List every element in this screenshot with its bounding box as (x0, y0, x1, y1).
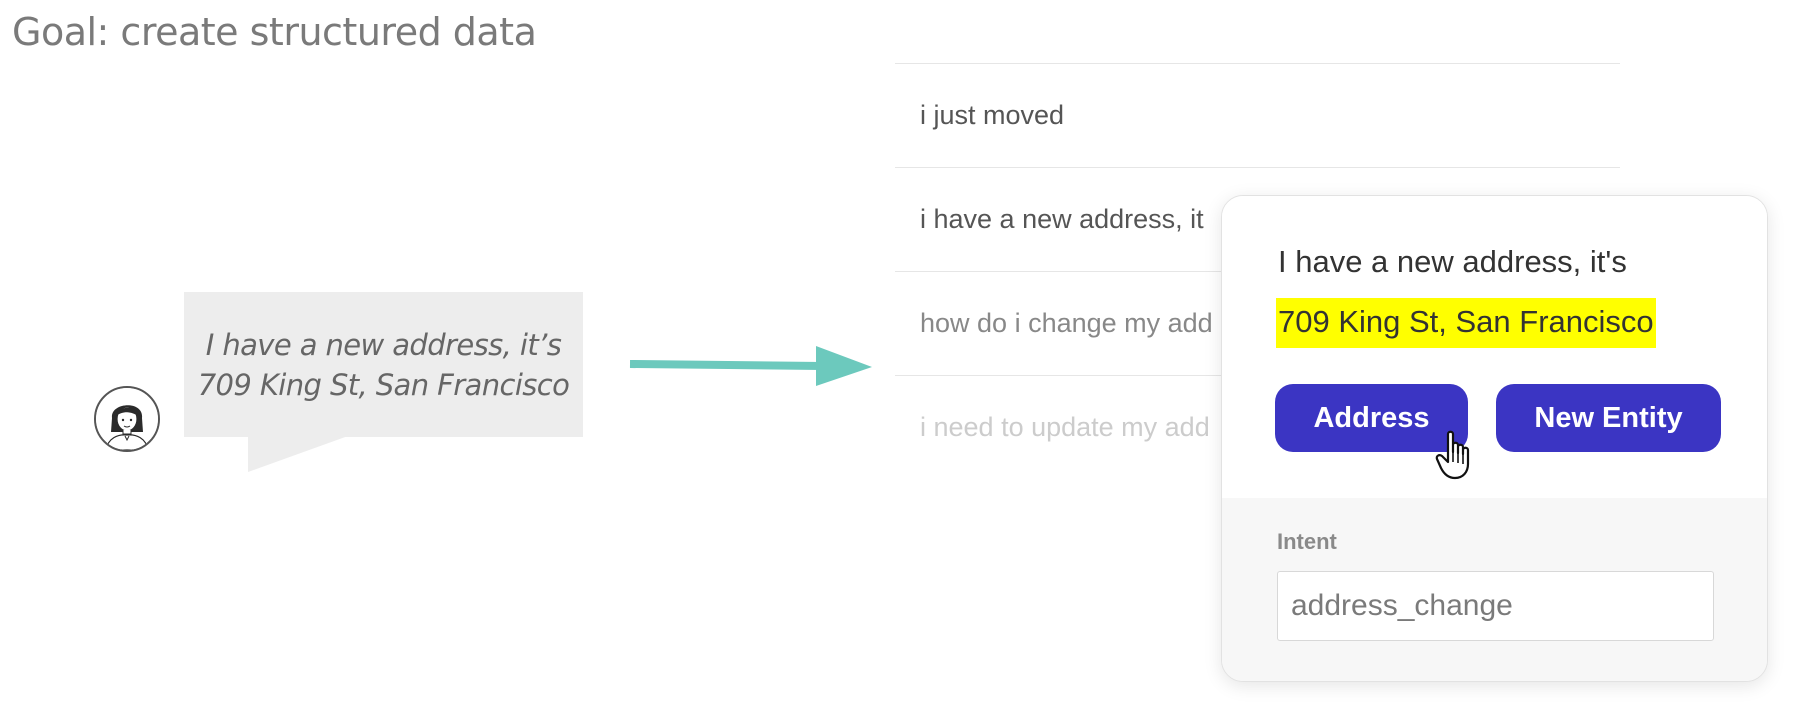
utterance-text: i have a new address, it (920, 204, 1204, 234)
intent-field[interactable]: address_change (1277, 571, 1714, 641)
highlighted-entity-text[interactable]: 709 King St, San Francisco (1276, 298, 1656, 348)
speech-bubble-tail (248, 436, 348, 472)
bubble-text-line-1: I have a new address, it’s (205, 327, 562, 362)
goal-title: Goal: create structured data (12, 10, 537, 54)
woman-avatar-icon (96, 388, 158, 450)
slide: Goal: create structured data I have a ne… (0, 0, 1800, 721)
hand-pointer-cursor-icon (1435, 430, 1470, 480)
utterance-text: i need to update my add (920, 412, 1210, 442)
speech-bubble: I have a new address, it’s 709 King St, … (184, 292, 583, 437)
entity-popup-card: I have a new address, it's 709 King St, … (1221, 195, 1768, 682)
bubble-text-line-2: 709 King St, San Francisco (197, 367, 570, 402)
new-entity-button[interactable]: New Entity (1496, 384, 1721, 452)
right-arrow-icon (629, 346, 872, 386)
utterance-preview-text: I have a new address, it's (1278, 244, 1627, 279)
user-avatar (94, 386, 160, 452)
utterance-text: how do i change my add (920, 308, 1213, 338)
intent-label: Intent (1277, 529, 1337, 554)
utterance-text: i just moved (920, 100, 1065, 130)
utterance-item[interactable]: i just moved (895, 63, 1620, 167)
